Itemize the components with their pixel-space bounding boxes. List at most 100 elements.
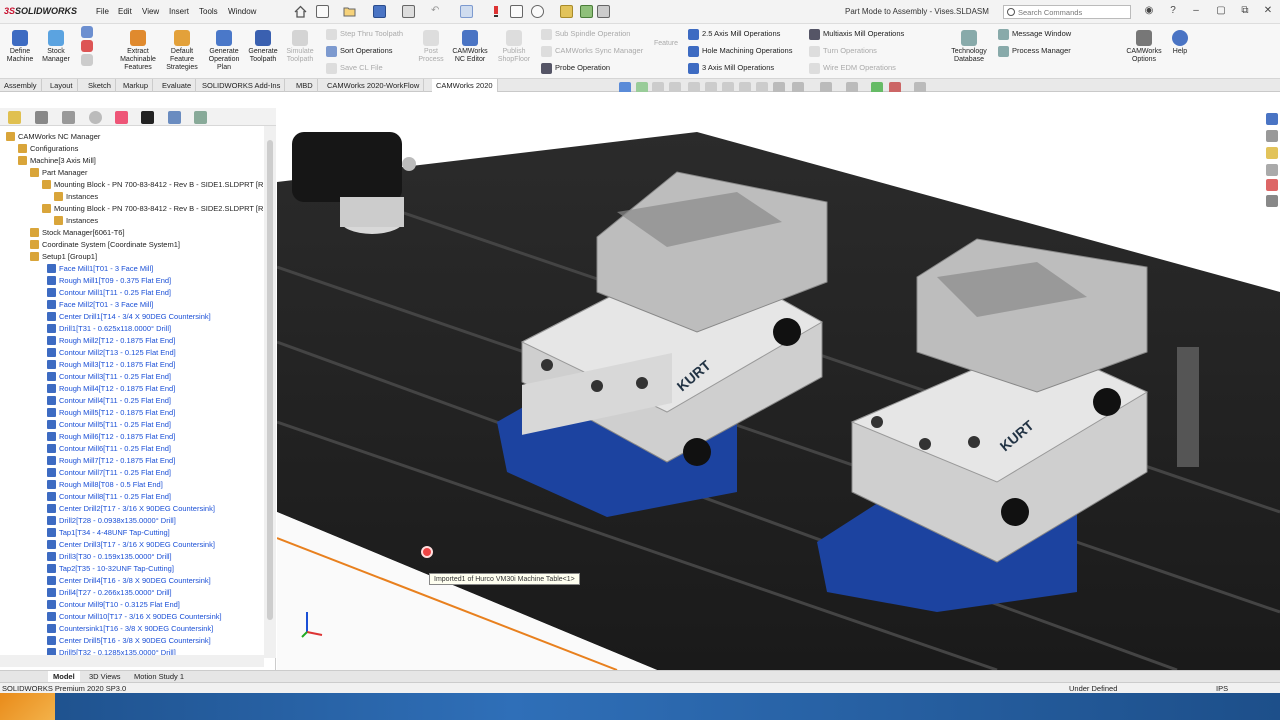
operation-tree-item[interactable]: Rough Mill7[T12 - 0.1875 Flat End]: [47, 455, 175, 467]
probe-operation-button[interactable]: Probe Operation: [541, 63, 610, 74]
design-library-icon[interactable]: [1266, 130, 1278, 142]
search-commands-input[interactable]: Search Commands: [1003, 5, 1131, 19]
stock-manager-button[interactable]: Stock Manager: [40, 30, 72, 64]
new-document-icon[interactable]: [316, 5, 329, 18]
step-thru-toolpath-button[interactable]: Step Thru Toolpath: [326, 29, 403, 40]
sync-manager-button[interactable]: CAMWorks Sync Manager: [541, 46, 643, 57]
operation-tree-item[interactable]: Contour Mill5[T11 - 0.25 Flat End]: [47, 419, 171, 431]
undo-icon[interactable]: ↶: [431, 5, 444, 18]
camworks-options-button[interactable]: CAMWorks Options: [1124, 30, 1164, 64]
generate-toolpath-button[interactable]: Generate Toolpath: [245, 30, 281, 64]
operation-tree-item[interactable]: Contour Mill3[T11 - 0.25 Flat End]: [47, 371, 171, 383]
turn-operations-button[interactable]: Turn Operations: [809, 46, 877, 57]
rebuild-icon[interactable]: [491, 5, 504, 18]
tab-evaluate[interactable]: Evaluate: [158, 79, 197, 92]
generate-plan-button[interactable]: Generate Operation Plan: [204, 30, 244, 72]
operation-tree-item[interactable]: Drill5[T32 - 0.1285x135.0000° Drill]: [47, 647, 176, 655]
define-machine-button[interactable]: Define Machine: [4, 30, 36, 64]
tree-item[interactable]: Machine[3 Axis Mill]: [18, 155, 96, 167]
appearances-icon[interactable]: [1266, 179, 1278, 191]
menu-view[interactable]: View: [142, 7, 159, 16]
tab-layout[interactable]: Layout: [46, 79, 78, 92]
custom-properties-icon[interactable]: [1266, 195, 1278, 207]
axis-25-operations-button[interactable]: 2.5 Axis Mill Operations: [688, 29, 780, 40]
operation-tree-item[interactable]: Contour Mill2[T13 - 0.125 Flat End]: [47, 347, 176, 359]
nc-editor-button[interactable]: CAMWorks NC Editor: [448, 30, 492, 64]
graphics-viewport[interactable]: KURT KURT: [277, 92, 1280, 670]
camworks-tool-tree-icon[interactable]: [194, 111, 207, 124]
tab-3d-views[interactable]: 3D Views: [84, 671, 126, 682]
operation-tree-item[interactable]: Rough Mill1[T09 - 0.375 Flat End]: [47, 275, 171, 287]
operation-tree-item[interactable]: Center Drill1[T14 - 3/4 X 90DEG Counters…: [47, 311, 211, 323]
tree-vertical-scrollbar[interactable]: [264, 126, 276, 658]
operation-tree-item[interactable]: Drill1[T31 - 0.625x118.0000° Drill]: [47, 323, 171, 335]
help-icon[interactable]: ?: [1167, 5, 1179, 17]
minimize-icon[interactable]: –: [1190, 5, 1202, 17]
operation-tree-item[interactable]: Tap1[T34 - 4-48UNF Tap-Cutting]: [47, 527, 170, 539]
tab-model[interactable]: Model: [48, 671, 80, 682]
operation-tree-item[interactable]: Center Drill5[T16 - 3/8 X 90DEG Counters…: [47, 635, 211, 647]
display-manager-icon[interactable]: [115, 111, 128, 124]
tree-horizontal-scrollbar[interactable]: [0, 655, 264, 667]
tab-sketch[interactable]: Sketch: [84, 79, 116, 92]
technology-database-button[interactable]: Technology Database: [946, 30, 992, 64]
property-manager-icon[interactable]: [35, 111, 48, 124]
default-strategies-button[interactable]: Default Feature Strategies: [162, 30, 202, 72]
save-icon[interactable]: [373, 5, 386, 18]
lights-icon[interactable]: [560, 5, 573, 18]
feature-manager-icon[interactable]: [8, 111, 21, 124]
tree-item[interactable]: Configurations: [18, 143, 78, 155]
scroll-thumb[interactable]: [267, 140, 273, 620]
operation-tree-item[interactable]: Drill2[T28 - 0.0938x135.0000° Drill]: [47, 515, 176, 527]
tab-camworks-2020[interactable]: CAMWorks 2020: [432, 79, 498, 92]
options-gear-icon[interactable]: [531, 5, 544, 18]
save-cl-file-button[interactable]: Save CL File: [326, 63, 383, 74]
camworks-operation-tree-icon[interactable]: [168, 111, 181, 124]
operation-tree-item[interactable]: Contour Mill9[T10 - 0.3125 Flat End]: [47, 599, 180, 611]
extract-features-button[interactable]: Extract Machinable Features: [116, 30, 160, 72]
menu-tools[interactable]: Tools: [199, 7, 218, 16]
operation-tree-item[interactable]: Contour Mill7[T11 - 0.25 Flat End]: [47, 467, 171, 479]
menu-window[interactable]: Window: [228, 7, 256, 16]
tab-solidworks-addins[interactable]: SOLIDWORKS Add-Ins: [198, 79, 286, 92]
post-process-button[interactable]: Post Process: [416, 30, 446, 64]
layout-icon[interactable]: [597, 5, 610, 18]
home-icon[interactable]: [294, 5, 307, 18]
operation-tree-item[interactable]: Rough Mill6[T12 - 0.1875 Flat End]: [47, 431, 175, 443]
file-properties-icon[interactable]: [510, 5, 523, 18]
operation-tree-item[interactable]: Drill3[T30 - 0.159x135.0000° Drill]: [47, 551, 172, 563]
sub-spindle-button[interactable]: Sub Spindle Operation: [541, 29, 630, 40]
operation-tree-item[interactable]: Rough Mill5[T12 - 0.1875 Flat End]: [47, 407, 175, 419]
operation-tree-item[interactable]: Drill4[T27 - 0.266x135.0000° Drill]: [47, 587, 172, 599]
operation-tree-item[interactable]: Center Drill4[T16 - 3/8 X 90DEG Counters…: [47, 575, 211, 587]
tree-item[interactable]: Instances: [54, 191, 98, 203]
solidworks-logo[interactable]: 3SSOLIDWORKS: [4, 6, 77, 16]
configuration-manager-icon[interactable]: [62, 111, 75, 124]
operation-tree-item[interactable]: Rough Mill4[T12 - 0.1875 Flat End]: [47, 383, 175, 395]
select-arrow-icon[interactable]: [460, 5, 473, 18]
coordinate-button[interactable]: [78, 26, 96, 68]
maximize-icon[interactable]: ▢: [1215, 5, 1227, 17]
publish-shopfloor-button[interactable]: Publish ShopFloor: [494, 30, 534, 64]
tab-motion-study[interactable]: Motion Study 1: [129, 671, 189, 682]
operation-tree-item[interactable]: Rough Mill8[T08 - 0.5 Flat End]: [47, 479, 163, 491]
operation-tree-item[interactable]: Face Mill2[T01 - 3 Face Mill]: [47, 299, 153, 311]
feature-button[interactable]: Feature: [652, 40, 680, 48]
user-account-icon[interactable]: ◉: [1143, 5, 1155, 17]
operation-tree-item[interactable]: Contour Mill6[T11 - 0.25 Flat End]: [47, 443, 171, 455]
tree-item[interactable]: Stock Manager[6061-T6]: [30, 227, 125, 239]
operation-tree-item[interactable]: Contour Mill10[T17 - 3/16 X 90DEG Counte…: [47, 611, 222, 623]
add-in-icon[interactable]: [580, 5, 593, 18]
tree-item[interactable]: CAMWorks NC Manager: [6, 131, 100, 143]
solidworks-resources-icon[interactable]: [1266, 113, 1278, 125]
wire-edm-button[interactable]: Wire EDM Operations: [809, 63, 896, 74]
operation-tree-item[interactable]: Tap2[T35 - 10-32UNF Tap-Cutting]: [47, 563, 174, 575]
tree-item[interactable]: Setup1 [Group1]: [30, 251, 97, 263]
tree-item[interactable]: Mounting Block - PN 700-83-8412 - Rev B …: [42, 179, 263, 191]
operation-tree-item[interactable]: Center Drill2[T17 - 3/16 X 90DEG Counter…: [47, 503, 215, 515]
close-icon[interactable]: ✕: [1262, 5, 1274, 17]
help-button[interactable]: Help: [1168, 30, 1192, 56]
camworks-feature-tree-icon[interactable]: [141, 111, 154, 124]
operation-tree-item[interactable]: Contour Mill1[T11 - 0.25 Flat End]: [47, 287, 171, 299]
print-icon[interactable]: [402, 5, 415, 18]
